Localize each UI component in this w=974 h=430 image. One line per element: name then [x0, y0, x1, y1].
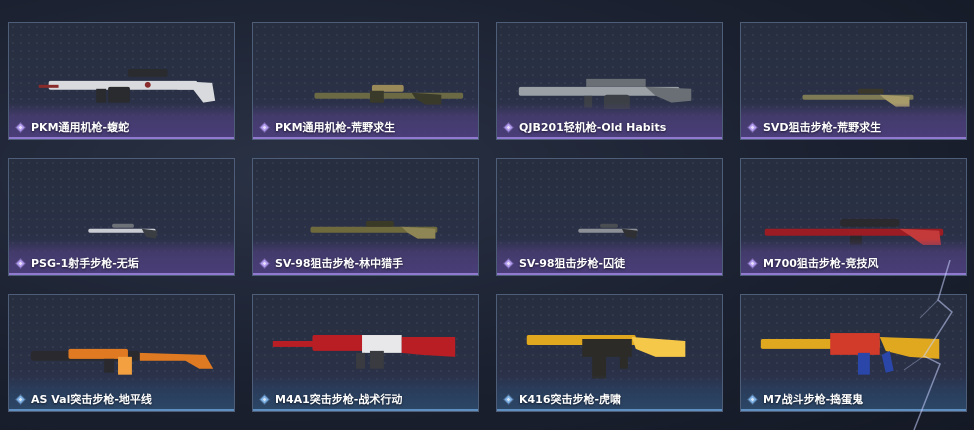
weapon-skin-name: QJB201轻机枪-Old Habits	[519, 121, 667, 134]
card-label: PKM通用机枪-荒野求生	[259, 119, 395, 135]
purple-diamond-icon	[747, 257, 758, 269]
weapon-image	[741, 23, 966, 109]
weapon-skin-card[interactable]: PKM通用机枪-蝮蛇	[8, 22, 235, 140]
blue-diamond-icon	[747, 393, 758, 405]
card-label: QJB201轻机枪-Old Habits	[503, 119, 666, 135]
purple-diamond-icon	[503, 121, 514, 133]
weapon-skin-card[interactable]: M700狙击步枪-竞技风	[740, 158, 967, 276]
weapon-image	[9, 159, 234, 245]
weapon-skin-card[interactable]: M7战斗步枪-捣蛋鬼	[740, 294, 967, 412]
blue-diamond-icon	[503, 393, 514, 405]
weapon-image	[497, 295, 722, 381]
weapon-skin-card[interactable]: PKM通用机枪-荒野求生	[252, 22, 479, 140]
weapon-skin-grid: PKM通用机枪-蝮蛇 PKM通用机枪-荒野求生 QJB201轻机枪-Old Ha…	[8, 22, 967, 412]
weapon-image	[497, 23, 722, 109]
weapon-skin-name: M4A1突击步枪-战术行动	[275, 393, 403, 406]
blue-diamond-icon	[15, 393, 26, 405]
weapon-skin-card[interactable]: K416突击步枪-虎啸	[496, 294, 723, 412]
blue-diamond-icon	[259, 393, 270, 405]
weapon-skin-name: SVD狙击步枪-荒野求生	[763, 121, 882, 134]
weapon-skin-name: SV-98狙击步枪-囚徒	[519, 257, 626, 270]
weapon-skin-name: AS Val突击步枪-地平线	[31, 393, 152, 406]
weapon-skin-card[interactable]: AS Val突击步枪-地平线	[8, 294, 235, 412]
weapon-image	[9, 295, 234, 381]
card-label: M700狙击步枪-竞技风	[747, 255, 878, 271]
weapon-skin-card[interactable]: SV-98狙击步枪-林中猎手	[252, 158, 479, 276]
weapon-skin-name: M7战斗步枪-捣蛋鬼	[763, 393, 864, 406]
weapon-skin-card[interactable]: PSG-1射手步枪-无垢	[8, 158, 235, 276]
purple-diamond-icon	[503, 257, 514, 269]
weapon-skin-name: PKM通用机枪-蝮蛇	[31, 121, 130, 134]
card-label: PKM通用机枪-蝮蛇	[15, 119, 129, 135]
card-label: SVD狙击步枪-荒野求生	[747, 119, 881, 135]
card-label: SV-98狙击步枪-囚徒	[503, 255, 625, 271]
purple-diamond-icon	[15, 257, 26, 269]
weapon-skin-name: SV-98狙击步枪-林中猎手	[275, 257, 404, 270]
weapon-skin-card[interactable]: M4A1突击步枪-战术行动	[252, 294, 479, 412]
weapon-skin-name: PKM通用机枪-荒野求生	[275, 121, 396, 134]
weapon-image	[741, 295, 966, 381]
weapon-image	[253, 295, 478, 381]
weapon-skin-name: PSG-1射手步枪-无垢	[31, 257, 139, 270]
card-label: M7战斗步枪-捣蛋鬼	[747, 391, 863, 407]
card-label: SV-98狙击步枪-林中猎手	[259, 255, 403, 271]
weapon-skin-card[interactable]: QJB201轻机枪-Old Habits	[496, 22, 723, 140]
weapon-image	[253, 23, 478, 109]
weapon-image	[741, 159, 966, 245]
card-label: M4A1突击步枪-战术行动	[259, 391, 402, 407]
purple-diamond-icon	[259, 121, 270, 133]
purple-diamond-icon	[259, 257, 270, 269]
weapon-skin-card[interactable]: SV-98狙击步枪-囚徒	[496, 158, 723, 276]
card-label: AS Val突击步枪-地平线	[15, 391, 152, 407]
weapon-image	[253, 159, 478, 245]
weapon-image	[9, 23, 234, 109]
purple-diamond-icon	[15, 121, 26, 133]
purple-diamond-icon	[747, 121, 758, 133]
weapon-skin-name: K416突击步枪-虎啸	[519, 393, 622, 406]
card-label: PSG-1射手步枪-无垢	[15, 255, 139, 271]
weapon-image	[497, 159, 722, 245]
card-label: K416突击步枪-虎啸	[503, 391, 621, 407]
weapon-skin-card[interactable]: SVD狙击步枪-荒野求生	[740, 22, 967, 140]
weapon-skin-name: M700狙击步枪-竞技风	[763, 257, 879, 270]
